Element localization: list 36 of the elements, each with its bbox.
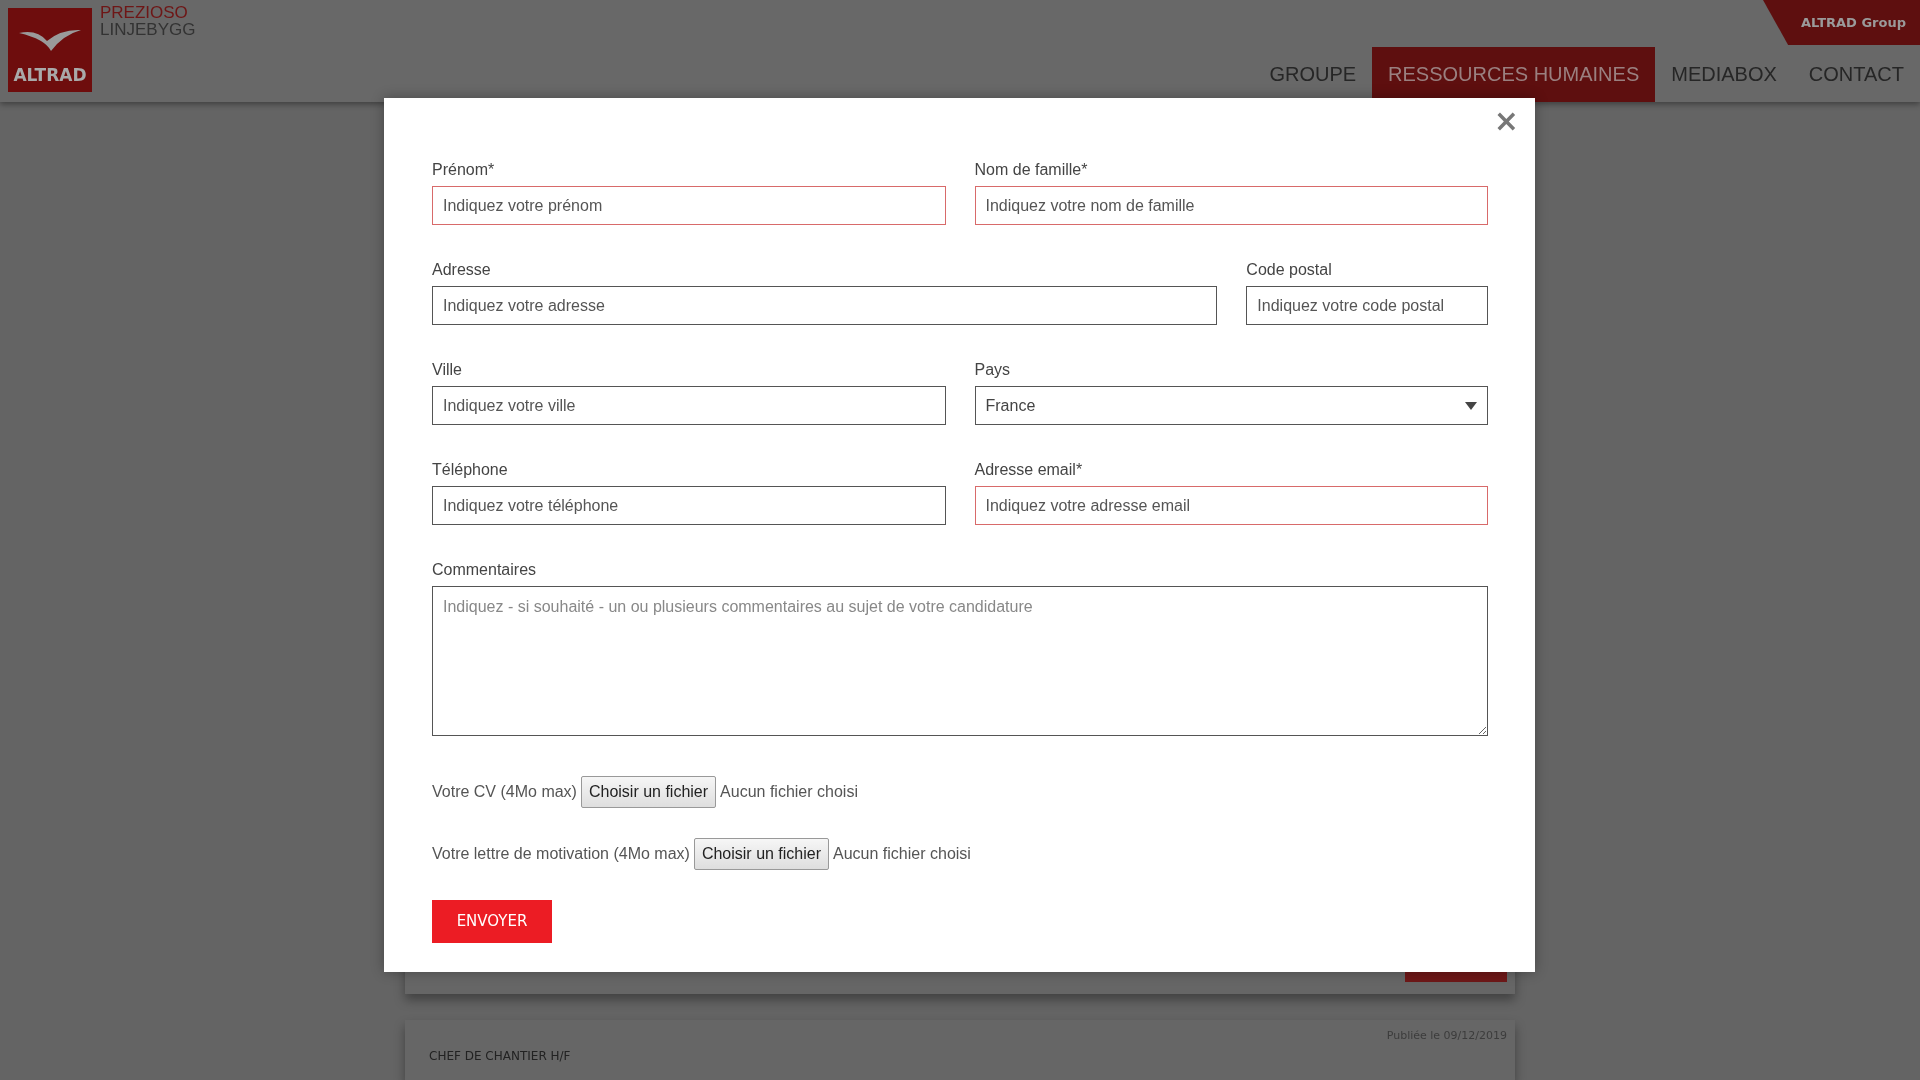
- input-field[interactable]: Indiquez votre adresse: [432, 286, 1218, 325]
- logo[interactable]: ALTRAD: [8, 8, 92, 92]
- submit-button[interactable]: ENVOYER: [432, 900, 552, 943]
- nav-link[interactable]: MEDIABOX: [1655, 47, 1793, 102]
- nav-link[interactable]: RESSOURCES HUMAINES: [1372, 47, 1656, 102]
- choose-file-button[interactable]: Choisir un fichier: [580, 776, 717, 808]
- choose-file-button[interactable]: Choisir un fichier: [693, 838, 830, 870]
- field-label: Code postal: [1246, 260, 1333, 280]
- input-field[interactable]: Indiquez votre code postal: [1246, 286, 1488, 325]
- file-label: Votre CV (4Mo max): [432, 782, 577, 802]
- file-status: Aucun fichier choisi: [833, 844, 971, 864]
- field-label: Ville: [432, 360, 463, 380]
- field-label: Adresse: [432, 260, 492, 280]
- input-field[interactable]: Indiquez votre nom de famille: [974, 186, 1488, 225]
- comment-field[interactable]: Indiquez - si souhaité - un ou plusieurs commentaires au sujet de votre candidature: [432, 586, 1488, 736]
- input-field[interactable]: Indiquez votre prénom: [432, 186, 946, 225]
- field-label: Téléphone: [432, 460, 509, 480]
- nav-link[interactable]: GROUPE: [1253, 47, 1373, 102]
- input-field[interactable]: Indiquez votre ville: [432, 386, 946, 425]
- file-status: Aucun fichier choisi: [720, 782, 858, 802]
- field-label: Adresse email*: [974, 460, 1084, 480]
- field-label: Prénom*: [432, 160, 496, 180]
- brand-name: PREZIOSO: [100, 4, 189, 21]
- field-label: Nom de famille*: [974, 160, 1089, 180]
- group-link[interactable]: ALTRAD Group: [1763, 0, 1920, 45]
- input-field[interactable]: Indiquez votre téléphone: [432, 486, 946, 525]
- nav-link[interactable]: CONTACT: [1792, 47, 1920, 102]
- logo-text: ALTRAD: [13, 63, 87, 87]
- caret-icon: [1465, 401, 1477, 410]
- input-field[interactable]: Indiquez votre adresse email: [974, 486, 1488, 525]
- file-label: Votre lettre de motivation (4Mo max): [432, 844, 690, 864]
- field-label: Pays: [974, 360, 1012, 380]
- job-title: CHEF DE CHANTIER H/F: [428, 1047, 572, 1065]
- field-label: Commentaires: [432, 560, 538, 580]
- close-button[interactable]: ×: [1489, 104, 1523, 138]
- country-select[interactable]: France: [974, 386, 1488, 425]
